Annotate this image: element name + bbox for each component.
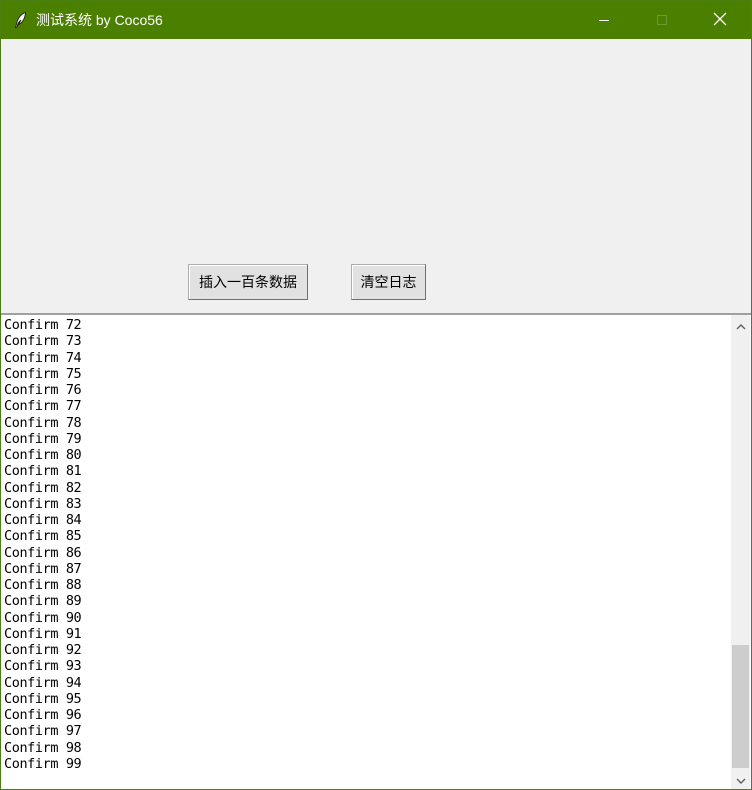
log-lines: Confirm 72 Confirm 73 Confirm 74 Confirm 75…: [4, 317, 724, 772]
log-line: Confirm 99: [4, 755, 82, 772]
minimize-icon: [598, 11, 610, 30]
log-line: Confirm 74: [4, 349, 82, 366]
log-line: Confirm 96: [4, 707, 82, 723]
log-line: Confirm 86: [4, 544, 82, 561]
log-line: Confirm 89: [4, 593, 82, 610]
title-bar[interactable]: 测试系统 by Coco56: [1, 1, 751, 39]
scroll-up-button[interactable]: [731, 317, 750, 334]
log-line: Confirm 97: [4, 723, 82, 740]
log-scrollbar[interactable]: [731, 315, 750, 789]
close-icon: [713, 11, 727, 30]
minimize-button[interactable]: [575, 1, 633, 39]
maximize-button[interactable]: [633, 1, 691, 39]
scroll-down-button[interactable]: [731, 771, 750, 788]
log-line: Confirm 82: [4, 479, 82, 496]
chevron-down-icon: [736, 770, 746, 789]
log-line: Confirm 88: [4, 577, 82, 593]
app-window: 测试系统 by Coco56 插入一百条数据 清空日志 Confirm 72 Co…: [0, 0, 752, 790]
log-line: Confirm 77: [4, 398, 82, 415]
log-line: Confirm 79: [4, 430, 82, 447]
log-line: Confirm 95: [4, 690, 82, 707]
log-line: Confirm 93: [4, 658, 82, 675]
close-button[interactable]: [691, 1, 749, 39]
log-line: Confirm 73: [4, 333, 82, 350]
log-line: Confirm 90: [4, 609, 82, 626]
log-line: Confirm 94: [4, 674, 82, 691]
log-line: Confirm 98: [4, 739, 82, 756]
log-line: Confirm 92: [4, 642, 82, 658]
log-line: Confirm 72: [4, 317, 82, 333]
maximize-icon: [656, 11, 668, 30]
log-line: Confirm 85: [4, 528, 82, 545]
log-line: Confirm 84: [4, 512, 82, 528]
feather-icon: [12, 11, 30, 29]
window-title: 测试系统 by Coco56: [36, 12, 163, 28]
log-line: Confirm 83: [4, 495, 82, 512]
window-content: 插入一百条数据 清空日志 Confirm 72 Confirm 73 Confirm…: [1, 39, 751, 789]
log-line: Confirm 75: [4, 365, 82, 382]
clear-log-button[interactable]: 清空日志: [351, 264, 426, 300]
log-line: Confirm 91: [4, 625, 82, 642]
log-line: Confirm 87: [4, 560, 82, 577]
insert-hundred-records-button[interactable]: 插入一百条数据: [188, 264, 308, 300]
log-line: Confirm 81: [4, 463, 82, 480]
log-text-area[interactable]: Confirm 72 Confirm 73 Confirm 74 Confirm 75…: [1, 313, 751, 789]
log-line: Confirm 78: [4, 414, 82, 431]
scroll-thumb[interactable]: [732, 645, 749, 768]
log-line: Confirm 76: [4, 382, 82, 398]
chevron-up-icon: [736, 316, 746, 335]
log-line: Confirm 80: [4, 447, 82, 463]
